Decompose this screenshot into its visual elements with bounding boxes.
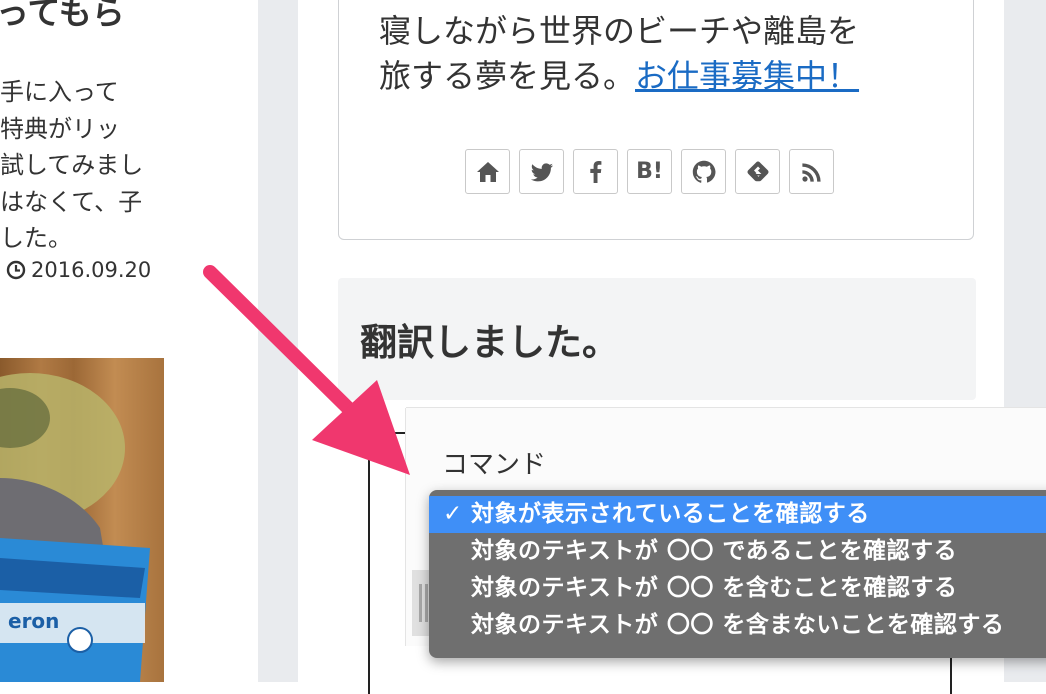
clock-icon [6,260,26,280]
checkmark-icon: ✓ [443,501,463,527]
article-excerpt: 手に入って 特典がリッ 試してみまし はなくて、子 した。 [0,74,170,257]
command-dropdown-menu[interactable]: ✓ 対象が表示されていることを確認する 対象のテキストが 〇〇 であることを確認… [429,490,1046,658]
profile-card: 寝しながら世界のビーチや離島を 旅する夢を見る。お仕事募集中！ B! [338,0,974,240]
home-icon [476,161,499,182]
command-option-label: 対象のテキストが 〇〇 を含まないことを確認する [471,612,1005,638]
socks-photo: eron [0,373,150,682]
post-date: 2016.09.20 [6,258,151,282]
excerpt-line: 手に入って [0,78,119,106]
excerpt-line: 試してみまし [0,151,144,179]
article-title[interactable]: ってもら [0,0,196,34]
hire-link[interactable]: お仕事募集中！ [635,57,859,95]
facebook-button[interactable] [573,149,618,194]
hatena-bookmark-button[interactable]: B! [627,149,672,194]
svg-text:eron: eron [8,609,59,633]
twitter-icon [530,162,553,181]
rss-icon [801,162,821,182]
facebook-icon [589,160,601,183]
home-button[interactable] [465,149,510,194]
command-label: コマンド [442,450,547,480]
excerpt-line: した。 [0,224,72,252]
twitter-button[interactable] [519,149,564,194]
feedly-button[interactable] [735,149,780,194]
excerpt-line: 特典がリッ [0,114,120,143]
profile-line-1: 寝しながら世界のビーチや離島を [379,12,860,50]
profile-line-2: 旅する夢を見る。お仕事募集中！ [379,54,859,99]
hatena-bookmark-icon: B! [636,159,663,184]
command-option-label: 対象のテキストが 〇〇 であることを確認する [471,538,958,564]
github-icon [692,160,715,183]
post-date-text: 2016.09.20 [31,258,152,282]
profile-text: 寝しながら世界のビーチや離島を 旅する夢を見る。お仕事募集中！ [379,9,859,99]
github-button[interactable] [681,149,726,194]
social-buttons: B! [465,149,834,194]
command-option-label: 対象が表示されていることを確認する [471,501,870,527]
translation-widget: 翻訳しました。 [338,278,976,400]
excerpt-line: はなくて、子 [0,187,143,216]
command-option[interactable]: 対象のテキストが 〇〇 を含むことを確認する [429,570,1046,607]
command-option[interactable]: 対象のテキストが 〇〇 であることを確認する [429,533,1046,570]
feedly-icon [746,160,769,181]
rss-button[interactable] [789,149,834,194]
profile-line-2-text: 旅する夢を見る。 [379,57,636,95]
command-option[interactable]: 対象のテキストが 〇〇 を含まないことを確認する [429,607,1046,644]
article-list-column: ってもら 手に入って 特典がリッ 試してみまし はなくて、子 した。 2016.… [0,0,258,682]
translation-title: 翻訳しました。 [360,321,619,364]
command-option[interactable]: ✓ 対象が表示されていることを確認する [429,496,1046,533]
article-thumbnail[interactable]: eron [0,358,164,682]
command-option-label: 対象のテキストが 〇〇 を含むことを確認する [471,575,958,601]
